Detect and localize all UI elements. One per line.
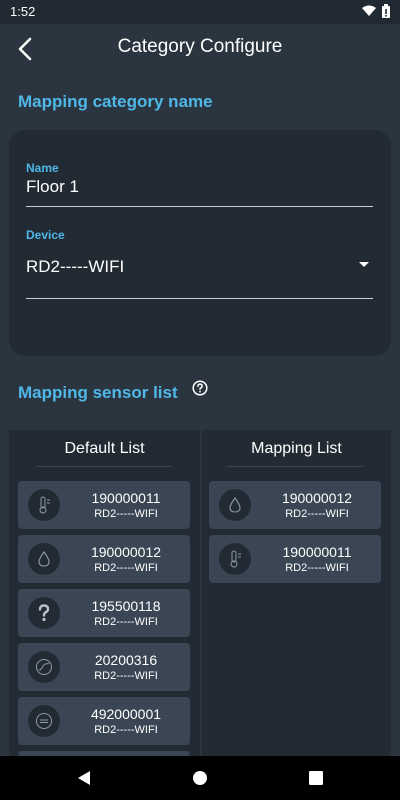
mapping-category-title: Mapping category name: [18, 92, 213, 111]
device-underline: [26, 298, 373, 299]
sensor-device: RD2-----WIFI: [94, 616, 158, 628]
default-list-rule: [36, 466, 172, 467]
default-list-item[interactable]: 190000011 RD2-----WIFI: [18, 481, 190, 529]
water-drop-icon: [28, 543, 60, 575]
mapping-list-item[interactable]: 190000012 RD2-----WIFI: [209, 481, 381, 529]
sensor-id: 190000012: [90, 544, 162, 560]
name-input[interactable]: Floor 1: [26, 177, 79, 197]
sensor-device: RD2-----WIFI: [94, 562, 158, 574]
question-icon: [28, 597, 60, 629]
thermometer-icon: [28, 489, 60, 521]
mapping-sensor-title: Mapping sensor list: [18, 383, 178, 402]
thermometer-icon: [219, 543, 251, 575]
meter-icon: [28, 705, 60, 737]
name-label: Name: [26, 161, 59, 175]
waveform-icon: [28, 651, 60, 683]
status-bar: 1:52: [0, 0, 400, 24]
column-divider: [200, 430, 202, 756]
sensor-device: RD2-----WIFI: [94, 724, 158, 736]
default-list-item[interactable]: 195500118 RD2-----WIFI: [18, 589, 190, 637]
mapping-list-item[interactable]: 190000011 RD2-----WIFI: [209, 535, 381, 583]
help-icon[interactable]: [192, 380, 208, 396]
default-list-title: Default List: [64, 440, 145, 457]
device-label: Device: [26, 228, 65, 242]
mapping-list-rule: [227, 466, 363, 467]
water-drop-icon: [219, 489, 251, 521]
default-list-item[interactable]: 20200316 RD2-----WIFI: [18, 643, 190, 691]
battery-icon: [382, 4, 390, 18]
status-icons: [362, 4, 390, 18]
sensor-id: 190000011: [282, 544, 352, 560]
device-select[interactable]: RD2-----WIFI: [26, 257, 124, 277]
default-list-item[interactable]: 492000001 RD2-----WIFI: [18, 697, 190, 745]
sensor-device: RD2-----WIFI: [285, 508, 349, 520]
nav-back-icon[interactable]: [74, 768, 94, 788]
sensor-id: 190000012: [281, 490, 353, 506]
sensor-id: 20200316: [94, 652, 158, 668]
nav-recents-icon[interactable]: [306, 768, 326, 788]
status-time: 1:52: [10, 4, 36, 19]
name-underline: [26, 206, 373, 207]
sensor-device: RD2-----WIFI: [94, 508, 158, 520]
sensor-id: 492000001: [90, 706, 162, 722]
default-list-item[interactable]: 190000012 RD2-----WIFI: [18, 535, 190, 583]
nav-home-icon[interactable]: [190, 768, 210, 788]
sensor-id: 195500118: [91, 598, 161, 614]
mapping-list-title: Mapping List: [251, 440, 342, 457]
app-bar: Category Configure: [0, 24, 400, 72]
sensor-device: RD2-----WIFI: [94, 670, 158, 682]
sensor-id: 190000011: [91, 490, 161, 506]
sensor-device: RD2-----WIFI: [285, 562, 349, 574]
page-title: Category Configure: [117, 36, 283, 57]
wifi-icon: [362, 5, 376, 16]
category-form-card: Name Floor 1 Device RD2-----WIFI: [9, 130, 391, 356]
sensor-lists: Default List Mapping List 190000011 RD2-…: [9, 430, 391, 756]
dropdown-arrow-icon[interactable]: [359, 262, 369, 267]
navigation-bar: [0, 756, 400, 800]
